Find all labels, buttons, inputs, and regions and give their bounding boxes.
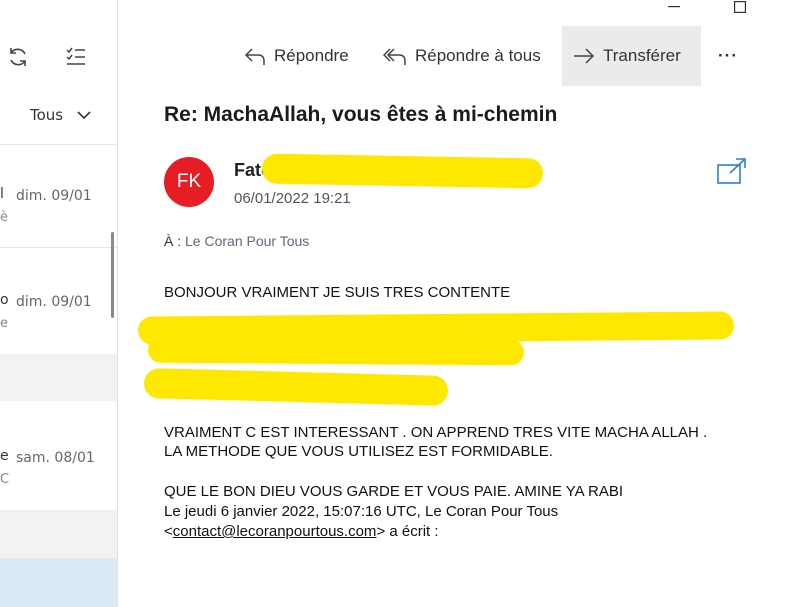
email-link[interactable]: contact@lecoranpourtous.com	[173, 523, 377, 540]
list-item-sender-fragment: l	[0, 186, 4, 202]
avatar[interactable]: FK	[164, 157, 214, 207]
reply-all-icon	[383, 48, 406, 65]
select-mode-button[interactable]	[62, 44, 90, 70]
sync-icon	[10, 48, 26, 66]
maximize-button[interactable]	[720, 0, 760, 14]
popout-icon	[717, 158, 746, 184]
body-line: LA METHODE QUE VOUS UTILISEZ EST FORMIDA…	[164, 443, 553, 460]
filter-label: Tous	[30, 106, 64, 124]
body-line: VRAIMENT C EST INTERESSANT . ON APPREND …	[164, 424, 708, 441]
body-line: QUE LE BON DIEU VOUS GARDE ET VOUS PAIE.…	[164, 483, 624, 500]
list-item-sender-fragment: e	[0, 448, 9, 464]
chevron-down-icon	[77, 110, 91, 119]
recipient-line: À : Le Coran Pour Tous	[164, 233, 309, 249]
sent-date: 06/01/2022 19:21	[234, 190, 351, 207]
list-divider	[0, 247, 117, 248]
redaction-mark	[261, 153, 544, 189]
message-subject: Re: MachaAllah, vous êtes à mi-chemin	[164, 103, 558, 126]
redaction-mark	[143, 368, 449, 406]
list-divider	[0, 144, 117, 145]
forward-button[interactable]: Transférer	[562, 26, 701, 86]
list-item-date: sam. 08/01	[16, 450, 95, 466]
maximize-icon	[734, 1, 746, 13]
list-item-preview-fragment: C	[0, 472, 10, 487]
list-item-preview-fragment: e	[0, 316, 8, 331]
reply-all-button[interactable]: Répondre à tous	[383, 26, 541, 86]
list-item-date: dim. 09/01	[16, 294, 92, 310]
list-scrollbar[interactable]	[111, 232, 114, 318]
reply-button[interactable]: Répondre	[244, 26, 349, 86]
list-section-header	[0, 354, 117, 401]
forward-arrow-icon	[574, 48, 595, 64]
list-item-sender-fragment: o	[0, 292, 9, 308]
list-item[interactable]: l è dim. 09/01	[0, 186, 112, 236]
more-icon: ···	[718, 46, 738, 65]
minimize-icon	[668, 6, 680, 8]
sync-button[interactable]	[4, 44, 32, 70]
quote-prefix: <	[164, 523, 173, 540]
list-item-date: dim. 09/01	[16, 188, 92, 204]
redaction-mark	[147, 336, 525, 366]
list-section-header	[0, 510, 117, 558]
list-item[interactable]: o e dim. 09/01	[0, 292, 112, 342]
list-item[interactable]: e C sam. 08/01	[0, 448, 112, 498]
more-actions-button[interactable]: ···	[718, 26, 738, 86]
recipient-name[interactable]: Le Coran Pour Tous	[185, 233, 309, 249]
to-label: À :	[164, 233, 182, 249]
open-in-new-window-button[interactable]	[716, 157, 748, 185]
filter-dropdown[interactable]: Tous	[30, 106, 91, 124]
quote-suffix: > a écrit :	[376, 523, 439, 540]
minimize-button[interactable]	[654, 0, 694, 14]
body-line: BONJOUR VRAIMENT JE SUIS TRES CONTENTE	[164, 284, 511, 301]
message-list-pane: Tous l è dim. 09/01 o e dim. 09/01 e C s…	[0, 0, 118, 607]
checklist-icon	[66, 47, 85, 65]
reply-all-label: Répondre à tous	[415, 46, 541, 65]
body-line: Le jeudi 6 janvier 2022, 15:07:16 UTC, L…	[164, 503, 559, 520]
forward-label: Transférer	[603, 46, 681, 65]
quoted-attribution: <contact@lecoranpourtous.com> a écrit :	[164, 522, 439, 541]
reply-label: Répondre	[274, 46, 349, 65]
reply-icon	[244, 48, 265, 65]
list-item-selected[interactable]	[0, 558, 117, 607]
avatar-initials: FK	[176, 171, 202, 192]
list-item-preview-fragment: è	[0, 210, 8, 225]
